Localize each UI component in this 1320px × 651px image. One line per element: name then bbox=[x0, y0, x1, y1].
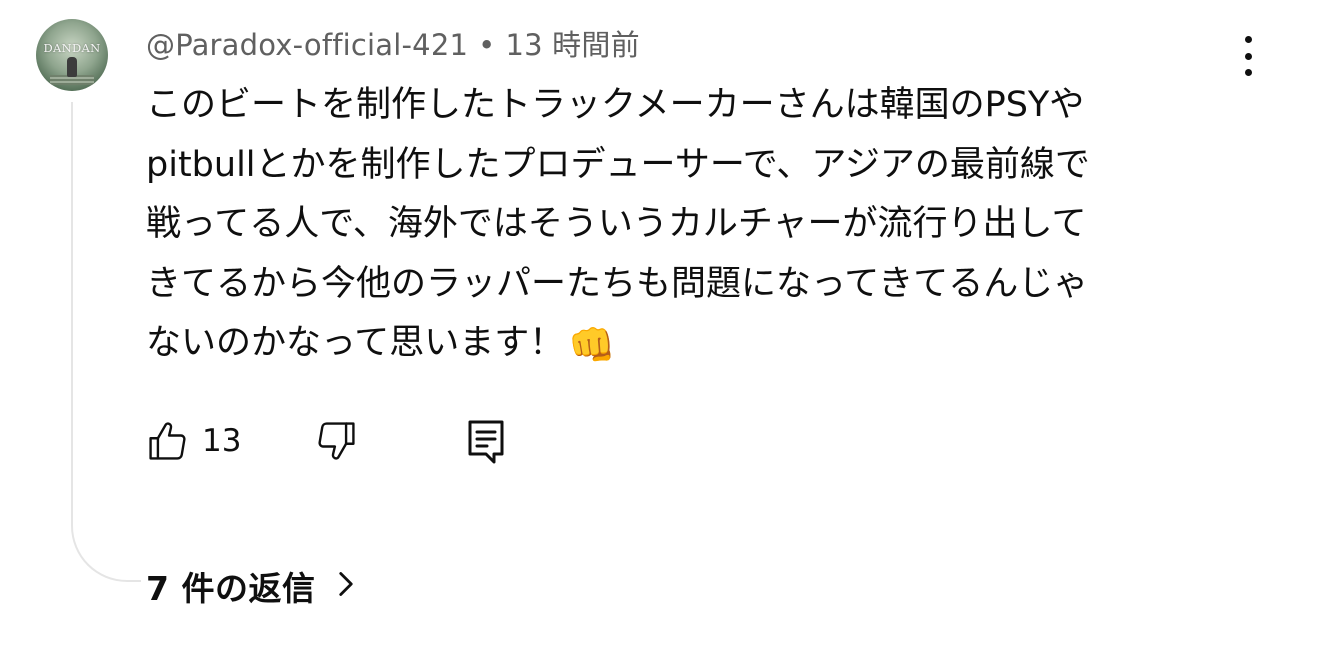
like-count: 13 bbox=[202, 423, 242, 459]
comment-line: きてるから今他のラッパーたちも問題になってきてるんじゃ bbox=[146, 263, 1089, 304]
more-options-button[interactable] bbox=[1232, 34, 1264, 78]
comment-timestamp[interactable]: 13 時間前 bbox=[505, 28, 639, 62]
replies-count-label: 7 件の返信 bbox=[146, 569, 316, 608]
avatar-figure-graphic bbox=[67, 57, 77, 77]
view-replies-button[interactable]: 7 件の返信 bbox=[146, 562, 355, 610]
comment-header: @Paradox-official-421 • 13 時間前 bbox=[146, 22, 640, 64]
dislike-button[interactable] bbox=[314, 418, 358, 464]
avatar[interactable]: DANDAN bbox=[36, 19, 108, 91]
author-name[interactable]: @Paradox-official-421 bbox=[146, 28, 468, 62]
chevron-right-icon bbox=[337, 570, 355, 602]
meta-separator: • bbox=[478, 28, 496, 62]
more-vertical-icon-dot bbox=[1244, 52, 1252, 60]
comment-reply-icon bbox=[466, 418, 506, 466]
fist-emoji: 👊 bbox=[568, 323, 616, 367]
comment-line: pitbullとかを制作したプロデューサーで、アジアの最前線で bbox=[146, 144, 1090, 185]
more-vertical-icon-dot bbox=[1244, 69, 1252, 76]
avatar-logo-text: DANDAN bbox=[43, 41, 101, 55]
comment-line-last: ないのかなって思います！ 👊 bbox=[146, 314, 1221, 376]
comment-line: ないのかなって思います！ bbox=[146, 323, 565, 363]
comment-line: 戦ってる人で、海外ではそういうカルチャーが流行り出して bbox=[146, 204, 1087, 244]
comment-line: このビートを制作したトラックメーカーさんは韓国のPSYや bbox=[146, 85, 1085, 125]
more-vertical-icon bbox=[1244, 36, 1252, 43]
reply-button[interactable] bbox=[466, 418, 506, 466]
thumb-up-icon bbox=[146, 418, 190, 464]
comment-text: このビートを制作したトラックメーカーさんは韓国のPSYや pitbullとかを制… bbox=[146, 76, 1221, 376]
thumb-down-icon bbox=[314, 418, 358, 464]
like-button[interactable]: 13 bbox=[146, 418, 241, 464]
reply-thread-connector bbox=[71, 102, 141, 582]
